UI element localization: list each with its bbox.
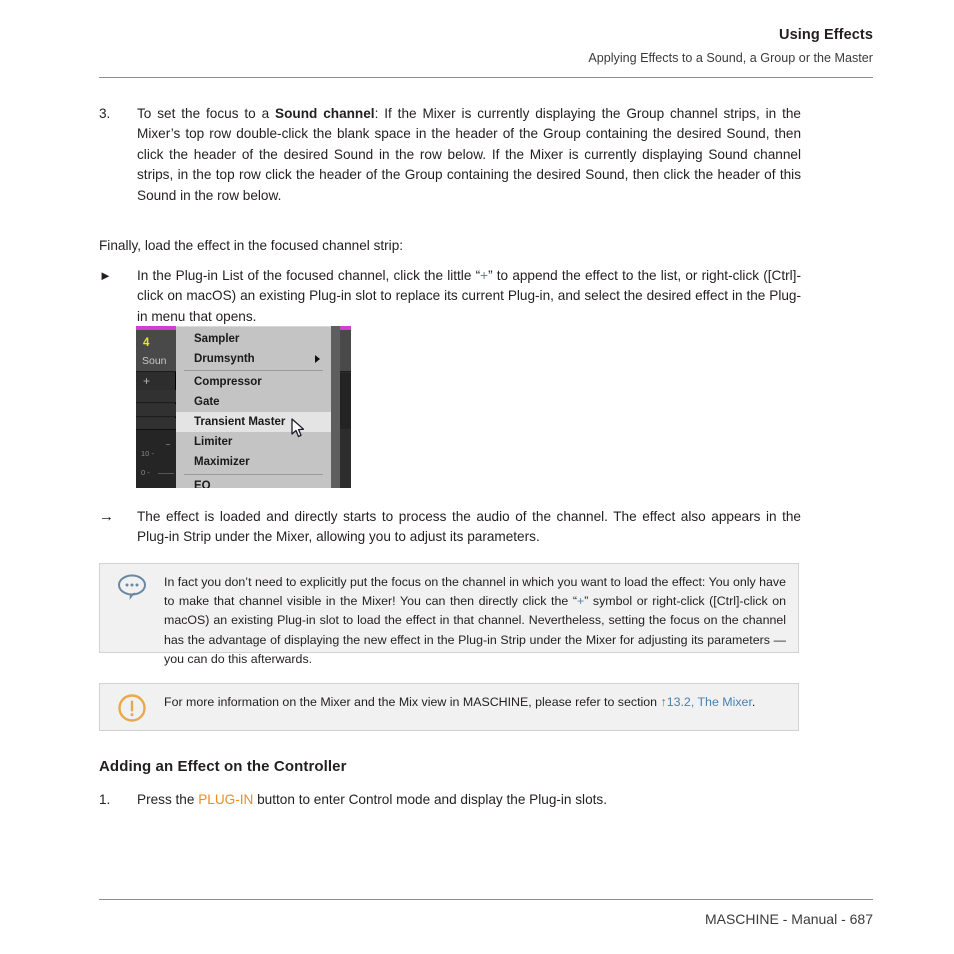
- menu-item-eq[interactable]: EQ: [176, 476, 331, 488]
- result-arrow-icon: →: [99, 508, 114, 525]
- running-head: Using Effects Applying Effects to a Soun…: [99, 26, 873, 67]
- bullet-step-text: In the Plug-in List of the focused chann…: [137, 266, 801, 327]
- channel-name: Soun: [142, 355, 167, 367]
- section-link[interactable]: ↑13.2, The Mixer: [661, 695, 752, 709]
- info-icon-wrap: [100, 684, 164, 730]
- menu-item-compressor[interactable]: Compressor: [176, 372, 331, 392]
- numbered-step-3: 3. To set the focus to a Sound channel: …: [99, 104, 801, 206]
- finally-paragraph: Finally, load the effect in the focused …: [99, 238, 404, 253]
- tip-callout-text: In fact you don’t need to explicitly put…: [164, 564, 798, 666]
- plug-in-button-label: PLUG-IN: [198, 792, 254, 807]
- info-part-2: .: [751, 695, 756, 709]
- info-callout-text: For more information on the Mixer and th…: [164, 684, 798, 730]
- tip-callout-box: In fact you don’t need to explicitly put…: [99, 563, 799, 666]
- mouse-cursor-icon: [291, 418, 305, 438]
- mixer-channel-strip[interactable]: 4 Soun + 10 - 0 -: [136, 326, 176, 488]
- exclamation-circle-icon: [118, 694, 146, 722]
- info-part-1: For more information on the Mixer and th…: [164, 695, 661, 709]
- menu-item-maximizer[interactable]: Maximizer: [176, 452, 331, 472]
- channel-number: 4: [143, 337, 150, 349]
- channel-header[interactable]: 4 Soun: [136, 330, 176, 372]
- numbered-step-1: 1. Press the PLUG-IN button to enter Con…: [99, 790, 801, 810]
- plus-symbol-inline: +: [480, 268, 489, 283]
- channel-meter-area: 10 - 0 -: [136, 429, 176, 488]
- menu-item-transient-master[interactable]: Transient Master: [176, 412, 331, 432]
- adjacent-channel-header: [340, 330, 351, 372]
- bullet-marker: ►: [99, 268, 112, 283]
- step-3-lead: To set the focus to a: [137, 106, 276, 121]
- footer-divider: [99, 899, 873, 900]
- adjacent-channel-body: [340, 373, 351, 429]
- running-head-title: Using Effects: [779, 27, 873, 43]
- step-3-marker: 3.: [99, 106, 111, 121]
- menu-item-sampler[interactable]: Sampler: [176, 329, 331, 349]
- menu-separator: [184, 474, 323, 475]
- header-divider: [99, 77, 873, 78]
- meter-zero-line: [158, 473, 174, 474]
- result-step: → The effect is loaded and directly star…: [99, 507, 801, 548]
- result-step-text: The effect is loaded and directly starts…: [137, 509, 801, 545]
- step-1-marker: 1.: [99, 792, 111, 807]
- section-heading: Adding an Effect on the Controller: [99, 758, 347, 775]
- menu-separator: [184, 370, 323, 371]
- bullet-step: ► In the Plug-in List of the focused cha…: [99, 266, 801, 327]
- info-callout-box: For more information on the Mixer and th…: [99, 683, 799, 731]
- footer-text: MASCHINE - Manual - 687: [704, 911, 873, 927]
- step-3-bold-term: Sound channel: [275, 106, 375, 121]
- mixer-divider: [331, 326, 340, 488]
- meter-tick: [166, 444, 170, 445]
- add-plugin-button[interactable]: +: [143, 375, 150, 387]
- plugin-context-menu[interactable]: Sampler Drumsynth Compressor Gate Transi…: [176, 326, 331, 488]
- step-1-text: Press the PLUG-IN button to enter Contro…: [137, 790, 801, 810]
- step-1-part-1: Press the: [137, 792, 199, 807]
- manual-page: Using Effects Applying Effects to a Soun…: [0, 0, 954, 954]
- step-3-text: To set the focus to a Sound channel: If …: [137, 104, 801, 206]
- bullet-part-1: In the Plug-in List of the focused chann…: [137, 268, 481, 283]
- meter-scale-label: 0 -: [141, 468, 150, 477]
- meter-scale-label: 10 -: [141, 449, 154, 458]
- plugin-menu-screenshot: 4 Soun + 10 - 0 - Sampler Drumsynth Comp…: [136, 326, 351, 488]
- plugin-slot[interactable]: [136, 404, 176, 417]
- plugin-slot[interactable]: [136, 390, 176, 403]
- running-head-subtitle: Applying Effects to a Sound, a Group or …: [588, 51, 873, 65]
- menu-item-limiter[interactable]: Limiter: [176, 432, 331, 452]
- menu-item-drumsynth[interactable]: Drumsynth: [176, 349, 331, 369]
- tip-icon-wrap: [100, 564, 164, 652]
- step-1-part-2: button to enter Control mode and display…: [253, 792, 607, 807]
- adjacent-channel-strip[interactable]: [340, 326, 351, 488]
- menu-item-gate[interactable]: Gate: [176, 392, 331, 412]
- speech-bubble-icon: [118, 574, 146, 600]
- chevron-right-icon: [315, 355, 320, 363]
